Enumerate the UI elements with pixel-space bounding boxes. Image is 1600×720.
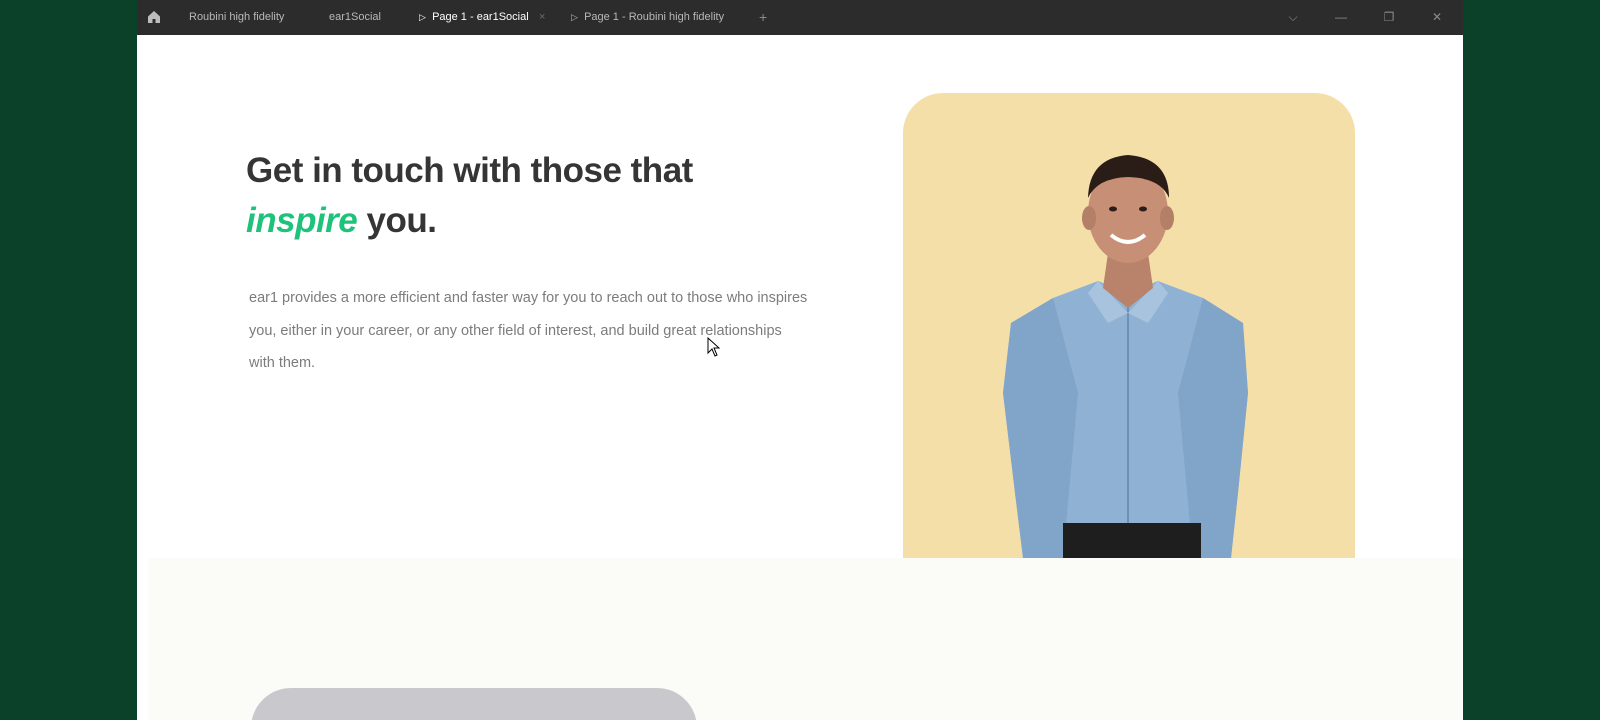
chevron-down-icon[interactable]: ⌵ <box>1281 0 1305 35</box>
restore-button[interactable]: ❐ <box>1377 0 1401 35</box>
minimize-button[interactable]: — <box>1329 0 1353 35</box>
tab-ear1social[interactable]: ear1Social <box>329 0 381 35</box>
title-bar: Roubini high fidelity ear1Social ▷ Page … <box>137 0 1463 35</box>
image-placeholder-card <box>251 688 697 720</box>
add-tab-button[interactable]: + <box>759 0 767 35</box>
tab-label: Page 1 - Roubini high fidelity <box>584 11 725 23</box>
person-photo <box>1003 155 1248 558</box>
hero-title-accent: inspire <box>246 201 358 240</box>
hero-title: Get in touch with those that inspire you… <box>246 146 693 246</box>
play-icon: ▷ <box>419 12 426 22</box>
hero-description: ear1 provides a more efficient and faste… <box>249 290 808 371</box>
play-icon: ▷ <box>571 12 578 22</box>
tab-close-button[interactable]: × <box>539 0 545 35</box>
mouse-cursor-icon <box>707 337 721 357</box>
hero-title-line1: Get in touch with those that <box>246 151 693 190</box>
tab-page1-roubini[interactable]: ▷ Page 1 - Roubini high fidelity <box>571 0 724 35</box>
app-window: Roubini high fidelity ear1Social ▷ Page … <box>137 0 1463 720</box>
tab-roubini-high-fidelity[interactable]: Roubini high fidelity <box>189 0 284 35</box>
hero-title-rest: you. <box>357 201 437 240</box>
tab-label: Page 1 - ear1Social <box>432 11 529 23</box>
home-icon[interactable] <box>147 10 161 24</box>
tab-label: Roubini high fidelity <box>189 11 285 23</box>
hero-image <box>903 93 1355 558</box>
tab-label: ear1Social <box>329 11 381 23</box>
tab-page1-ear1social[interactable]: ▷ Page 1 - ear1Social <box>419 0 529 35</box>
close-window-button[interactable]: ✕ <box>1425 0 1449 35</box>
